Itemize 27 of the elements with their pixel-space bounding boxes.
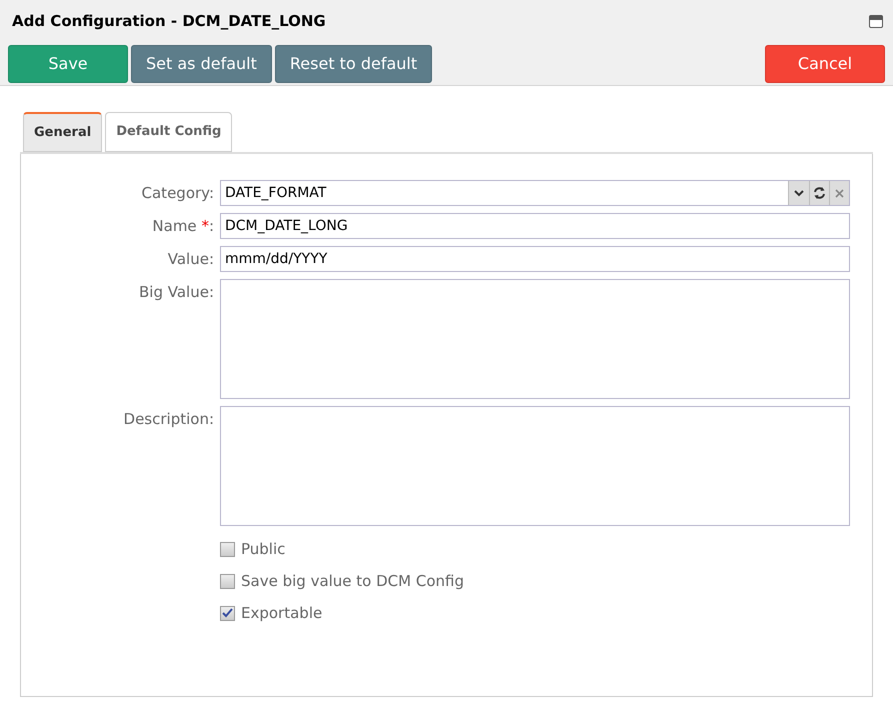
maximize-button[interactable] <box>869 14 883 28</box>
close-icon <box>835 188 844 198</box>
input-field[interactable]: DCM_DATE_LONG <box>220 213 850 239</box>
chevron-down-icon <box>794 190 804 196</box>
refresh-icon <box>813 187 826 199</box>
tab[interactable]: General <box>23 112 102 152</box>
refresh-button[interactable] <box>809 181 829 205</box>
toolbar-button[interactable]: Reset to default <box>274 44 432 82</box>
checkbox[interactable] <box>220 606 235 620</box>
checkbox-label: Save big value to DCM Config <box>241 570 464 592</box>
dropdown-button[interactable] <box>788 181 809 205</box>
toolbar-button[interactable]: Save <box>8 44 128 82</box>
category-select[interactable]: DATE_FORMAT <box>220 180 850 206</box>
field-label: Big Value: <box>138 282 214 303</box>
field-label: Value: <box>166 249 214 270</box>
field-label: Description: <box>122 409 214 430</box>
input-field[interactable]: mmm/dd/YYYY <box>220 246 850 272</box>
toolbar-button[interactable]: Cancel <box>765 44 885 82</box>
window-title: Add Configuration - DCM_DATE_LONG <box>11 11 326 32</box>
field-label: Category: <box>140 183 214 204</box>
field-label: Name *: <box>151 216 214 237</box>
checkbox[interactable] <box>220 542 235 556</box>
checkbox-label: Public <box>241 538 286 560</box>
checkbox-label: Exportable <box>241 602 322 624</box>
checkbox[interactable] <box>220 574 235 588</box>
toolbar-button[interactable]: Set as default <box>131 44 272 82</box>
tab[interactable]: Default Config <box>105 112 232 152</box>
